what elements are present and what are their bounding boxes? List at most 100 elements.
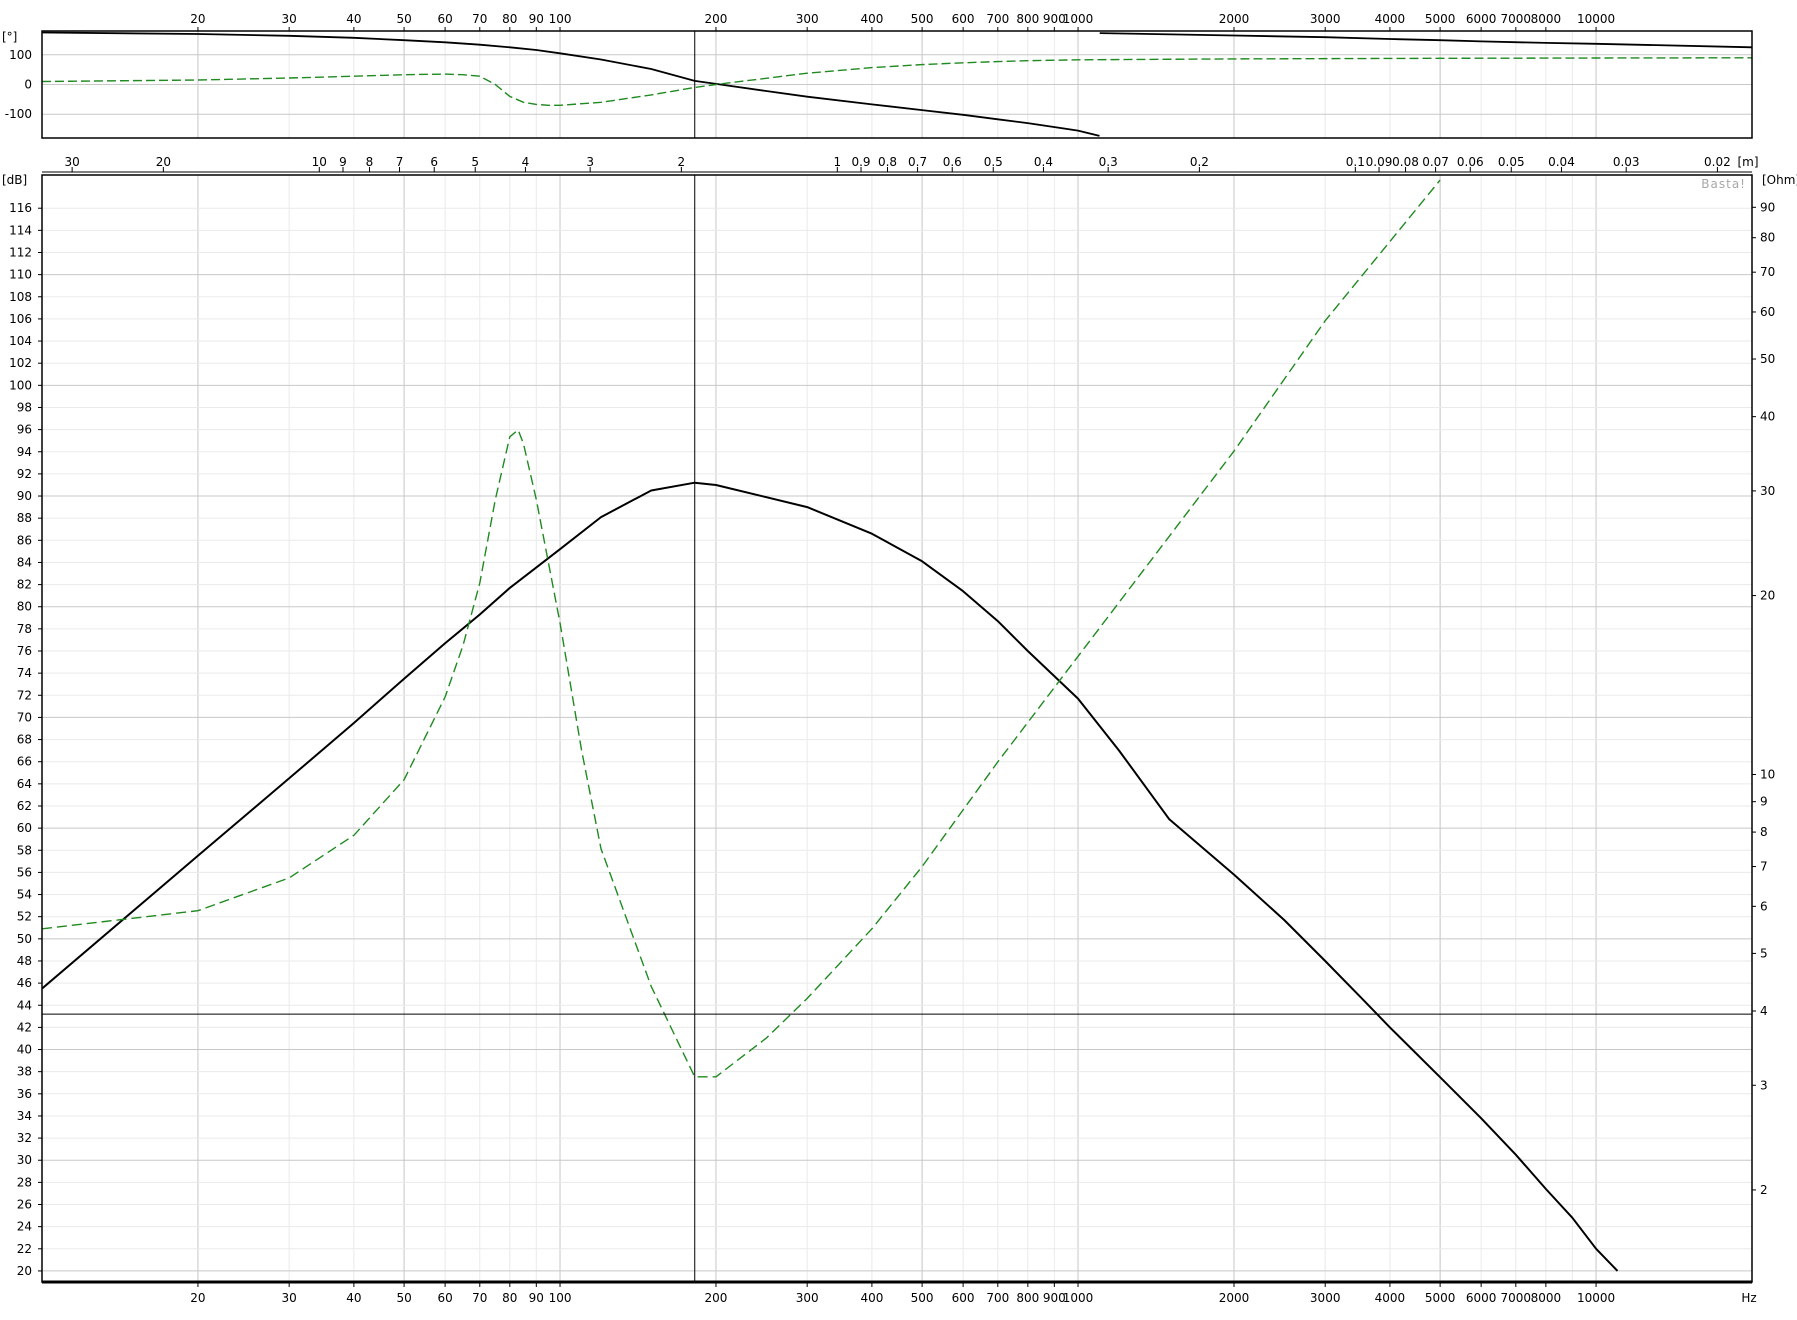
db-tick-label: 52: [17, 910, 32, 924]
db-tick-label: 76: [17, 644, 32, 658]
spl-impedance-panel: 2022242628303234363840424446485052545658…: [2, 155, 1797, 1305]
db-tick-label: 50: [17, 932, 32, 946]
x-tick-label: 80: [502, 1291, 517, 1305]
phase-x-tick-label: 6000: [1466, 12, 1497, 26]
phase-x-tick-label: 40: [346, 12, 361, 26]
db-tick-label: 64: [17, 777, 32, 791]
wavelength-tick-label: 0.06: [1457, 155, 1484, 169]
measurement-chart: 20 30 40 50 60 70 80 90 100 200 300 400 500 600 700 800…: [2, 12, 1797, 1305]
ohm-tick-label: 8: [1760, 825, 1768, 839]
phase-x-tick-label: 500: [911, 12, 934, 26]
db-tick-label: 38: [17, 1065, 32, 1079]
wavelength-tick-label: 0.09: [1366, 155, 1393, 169]
db-tick-label: 82: [17, 578, 32, 592]
db-tick-label: 20: [17, 1264, 32, 1278]
phase-x-tick-label: 800: [1016, 12, 1039, 26]
wavelength-tick-label: 0.6: [943, 155, 962, 169]
phase-x-tick-label: 30: [282, 12, 297, 26]
main-grid: [42, 175, 1752, 1282]
db-tick-label: 24: [17, 1220, 32, 1234]
x-tick-label: 60: [437, 1291, 452, 1305]
db-tick-label: 96: [17, 423, 32, 437]
x-tick-label: 20: [190, 1291, 205, 1305]
x-tick-label: 500: [911, 1291, 934, 1305]
phase-x-tick-label: 60: [437, 12, 452, 26]
wavelength-tick-label: 0.04: [1548, 155, 1575, 169]
ohm-tick-label: 10: [1760, 767, 1775, 781]
phase-x-tick-label: 10000: [1577, 12, 1615, 26]
db-tick-label: 34: [17, 1109, 32, 1123]
db-tick-label: 48: [17, 954, 32, 968]
ohm-tick-label: 60: [1760, 305, 1775, 319]
phase-curve-green: [42, 57, 1752, 106]
x-tick-label: 90: [529, 1291, 544, 1305]
x-tick-label: 200: [705, 1291, 728, 1305]
phase-x-tick-label: 3000: [1310, 12, 1341, 26]
x-tick-label: 30: [282, 1291, 297, 1305]
db-tick-label: 108: [9, 290, 32, 304]
x-tick-label: 600: [952, 1291, 975, 1305]
phase-x-tick-label: 100: [549, 12, 572, 26]
db-tick-label: 26: [17, 1198, 32, 1212]
wavelength-tick-label: 9: [339, 155, 347, 169]
phase-x-tick-label: 400: [860, 12, 883, 26]
x-tick-label: 700: [986, 1291, 1009, 1305]
db-tick-label: 80: [17, 600, 32, 614]
db-tick-label: 68: [17, 733, 32, 747]
ohm-tick-label: 70: [1760, 265, 1775, 279]
wavelength-tick-label: 0.05: [1498, 155, 1525, 169]
phase-y-tick-label: -100: [5, 107, 32, 121]
phase-x-tick-label: 1000: [1063, 12, 1094, 26]
x-tick-label: 300: [796, 1291, 819, 1305]
db-tick-label: 92: [17, 467, 32, 481]
x-tick-label: 10000: [1577, 1291, 1615, 1305]
phase-x-tick-label: 20: [190, 12, 205, 26]
wavelength-tick-label: 0.3: [1099, 155, 1118, 169]
wavelength-tick-label: 0.08: [1392, 155, 1419, 169]
wavelength-tick-label: 0.02: [1704, 155, 1731, 169]
db-tick-label: 58: [17, 843, 32, 857]
wavelength-tick-label: 0.5: [984, 155, 1003, 169]
x-tick-label: 7000: [1501, 1291, 1532, 1305]
ohm-tick-label: 30: [1760, 484, 1775, 498]
wavelength-tick-label: 0.1: [1346, 155, 1365, 169]
wavelength-tick-label: 1: [833, 155, 841, 169]
db-tick-label: 86: [17, 533, 32, 547]
db-tick-label: 30: [17, 1153, 32, 1167]
wavelength-tick-label: 2: [678, 155, 686, 169]
x-tick-label: 1000: [1063, 1291, 1094, 1305]
wavelength-tick-label: 8: [366, 155, 374, 169]
db-tick-label: 90: [17, 489, 32, 503]
db-tick-label: 104: [9, 334, 32, 348]
x-tick-label: 5000: [1425, 1291, 1456, 1305]
wavelength-tick-label: 10: [312, 155, 327, 169]
wavelength-tick-label: 0.9: [851, 155, 870, 169]
x-tick-label: 40: [346, 1291, 361, 1305]
phase-x-tick-label: 600: [952, 12, 975, 26]
wavelength-tick-label: 0.8: [878, 155, 897, 169]
db-tick-label: 56: [17, 865, 32, 879]
ohm-tick-label: 20: [1760, 589, 1775, 603]
db-tick-label: 62: [17, 799, 32, 813]
db-tick-label: 54: [17, 888, 32, 902]
phase-y-axis-label: [°]: [2, 30, 17, 44]
wavelength-axis-label: [m]: [1737, 155, 1758, 169]
wavelength-tick-label: 20: [156, 155, 171, 169]
x-tick-label: 100: [549, 1291, 572, 1305]
db-tick-label: 70: [17, 710, 32, 724]
x-axis-unit-label: Hz: [1741, 1291, 1756, 1305]
x-tick-label: 8000: [1531, 1291, 1562, 1305]
x-tick-label: 70: [472, 1291, 487, 1305]
db-tick-label: 106: [9, 312, 32, 326]
ohm-tick-label: 5: [1760, 946, 1768, 960]
phase-x-tick-label: 90: [529, 12, 544, 26]
x-tick-label: 3000: [1310, 1291, 1341, 1305]
x-tick-label: 400: [860, 1291, 883, 1305]
phase-x-tick-label: 4000: [1375, 12, 1406, 26]
x-tick-label: 4000: [1375, 1291, 1406, 1305]
wavelength-tick-label: 0.03: [1613, 155, 1640, 169]
ohm-tick-label: 50: [1760, 352, 1775, 366]
db-tick-label: 44: [17, 998, 32, 1012]
ohm-axis-label: [Ohm]: [1762, 173, 1797, 187]
phase-panel: 20 30 40 50 60 70 80 90 100 200 300 400 500 600 700 800…: [2, 12, 1753, 139]
